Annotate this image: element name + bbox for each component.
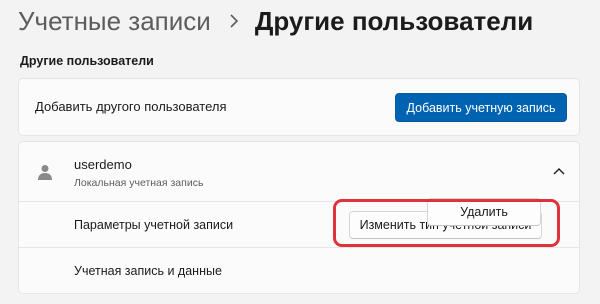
page-title: Другие пользователи	[254, 5, 534, 36]
add-account-button[interactable]: Добавить учетную запись	[395, 93, 567, 122]
user-name: userdemo	[74, 157, 132, 172]
account-settings-label: Параметры учетной записи	[74, 218, 234, 232]
breadcrumb: Учетные записи Другие пользователи	[18, 4, 533, 38]
user-header[interactable]: userdemo Локальная учетная запись	[19, 142, 579, 202]
account-data-row: Учетная запись и данные	[19, 248, 579, 293]
person-icon	[38, 165, 52, 180]
user-card: userdemo Локальная учетная запись Параме…	[18, 141, 580, 294]
account-type: Локальная учетная запись	[74, 177, 204, 189]
account-data-label: Учетная запись и данные	[74, 264, 222, 278]
add-user-card: Добавить другого пользователя Добавить у…	[18, 78, 580, 136]
breadcrumb-parent[interactable]: Учетные записи	[18, 6, 211, 37]
add-user-label: Добавить другого пользователя	[35, 99, 227, 114]
chevron-up-icon[interactable]	[553, 166, 565, 176]
section-heading: Другие пользователи	[20, 54, 154, 68]
delete-button[interactable]: Удалить	[427, 198, 541, 226]
chevron-right-icon	[230, 14, 238, 28]
